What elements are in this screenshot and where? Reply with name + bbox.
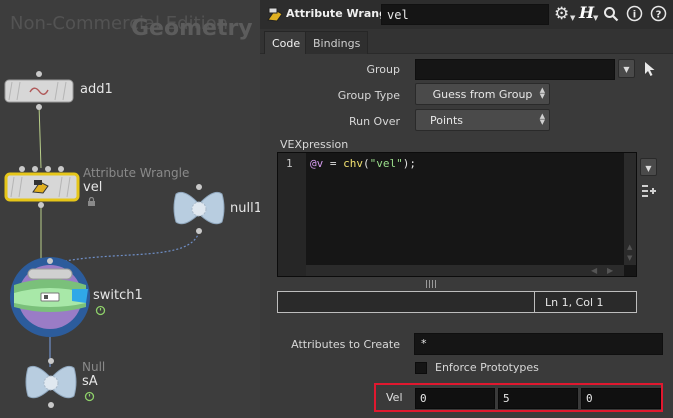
enforce-prototypes-label: Enforce Prototypes (435, 361, 539, 374)
network-editor[interactable]: Non-Commercial Edition Geometry add1 Att… (0, 0, 260, 418)
gear-menu-arrow-icon[interactable]: ▼ (570, 14, 575, 22)
code-token-string: "vel" (369, 157, 403, 170)
vel-x-field[interactable]: 0 (415, 388, 495, 409)
add-node-label: add1 (80, 82, 113, 97)
scroll-up-icon[interactable]: ▲ (627, 243, 632, 251)
vertical-scrollbar[interactable]: ▲ ▼ (624, 153, 636, 265)
code-token-function: chv (343, 157, 363, 170)
chevron-down-icon: ▼ (645, 164, 652, 173)
vel-parameter-highlight: Vel 0 5 0 (374, 383, 663, 412)
tab-bindings[interactable]: Bindings (305, 31, 369, 54)
wire-add-to-wrangle (38, 103, 42, 169)
wrangle-node-type: Attribute Wrangle (83, 166, 190, 180)
switch-node[interactable] (8, 255, 92, 339)
attributes-to-create-input[interactable]: * (414, 333, 663, 355)
vex-code-editor[interactable]: 1 @v = chv("vel"); ▲ ▼ ◀ ▶ (277, 152, 637, 277)
updown-arrows-icon: ▲ ▼ (539, 112, 545, 126)
svg-text:i: i (633, 10, 636, 21)
run-over-label: Run Over (348, 115, 400, 128)
wrangle-node[interactable] (0, 162, 82, 210)
parameter-editor: Attribute Wrangle vel ⚙ ▼ H ▼ i ? Code B… (260, 0, 673, 418)
code-token-close: ); (402, 157, 416, 170)
vel-z-field[interactable]: 0 (581, 388, 661, 409)
vex-menu-button[interactable]: ▼ (640, 158, 657, 176)
null-node-bottom[interactable] (22, 356, 80, 412)
null-node-icon (191, 201, 207, 217)
null-node-top-label: null1 (230, 201, 260, 216)
updown-arrows-icon: ▲ ▼ (539, 86, 545, 100)
line-number-gutter: 1 (278, 153, 306, 276)
help-icon[interactable]: ? (650, 5, 667, 22)
switch-node-icon (40, 292, 60, 302)
code-token-operator: = (323, 157, 344, 170)
group-dropdown-button[interactable]: ▼ (618, 59, 635, 78)
switch-node-label: switch1 (93, 288, 143, 303)
attributes-to-create-label: Attributes to Create (291, 338, 400, 351)
horizontal-scrollbar[interactable]: ◀ ▶ (306, 265, 624, 276)
create-spare-parms-icon[interactable] (641, 182, 657, 198)
null-node-bottom-icon (43, 375, 59, 391)
help-menu-arrow-icon[interactable]: ▼ (593, 14, 598, 22)
wrangle-icon (267, 7, 283, 22)
svg-text:?: ? (656, 10, 662, 21)
scroll-left-icon[interactable]: ◀ (591, 266, 597, 275)
group-label: Group (366, 63, 401, 76)
null-node-top[interactable] (170, 182, 228, 238)
add-node[interactable] (0, 68, 80, 112)
run-over-menu[interactable]: Points ▲ ▼ (415, 109, 550, 131)
node-name-input[interactable]: vel (381, 4, 549, 25)
vel-label: Vel (386, 391, 403, 404)
vel-y-field[interactable]: 5 (498, 388, 578, 409)
search-icon[interactable] (603, 6, 619, 22)
parameter-tabs: Code Bindings (260, 29, 673, 54)
parameter-toolbar: Attribute Wrangle vel ⚙ ▼ H ▼ i ? (260, 0, 673, 29)
info-icon[interactable]: i (626, 5, 643, 22)
null-node-bottom-label: sA (82, 374, 98, 389)
cursor-position: Ln 1, Col 1 (534, 292, 636, 312)
wrangle-node-label: vel (83, 180, 103, 195)
chevron-down-icon: ▼ (623, 65, 630, 74)
code-token-paren: ( (363, 157, 370, 170)
enforce-prototypes-checkbox[interactable] (415, 362, 427, 374)
scroll-right-icon[interactable]: ▶ (607, 266, 613, 275)
resize-grip-icon[interactable] (426, 280, 438, 288)
scroll-down-icon[interactable]: ▼ (627, 254, 632, 262)
group-input[interactable] (415, 59, 615, 80)
code-status-bar: Ln 1, Col 1 (277, 291, 637, 313)
vexpression-label: VEXpression (280, 138, 349, 151)
display-flag-icon (84, 391, 95, 402)
tab-code[interactable]: Code (264, 31, 309, 54)
select-arrow-icon[interactable] (644, 61, 656, 77)
lock-icon (88, 197, 95, 206)
group-type-value: Guess from Group (432, 88, 533, 101)
help-h-icon[interactable]: H (579, 3, 594, 22)
code-token-variable: @v (310, 157, 324, 170)
display-flag-icon (95, 305, 106, 316)
code-line: @v = chv("vel"); (310, 157, 416, 170)
gear-icon[interactable]: ⚙ (554, 4, 569, 24)
group-type-label: Group Type (337, 89, 400, 102)
group-type-menu[interactable]: Guess from Group ▲ ▼ (415, 83, 550, 105)
line-number: 1 (286, 157, 293, 170)
null-node-bottom-type: Null (82, 360, 106, 374)
run-over-value: Points (430, 114, 464, 127)
